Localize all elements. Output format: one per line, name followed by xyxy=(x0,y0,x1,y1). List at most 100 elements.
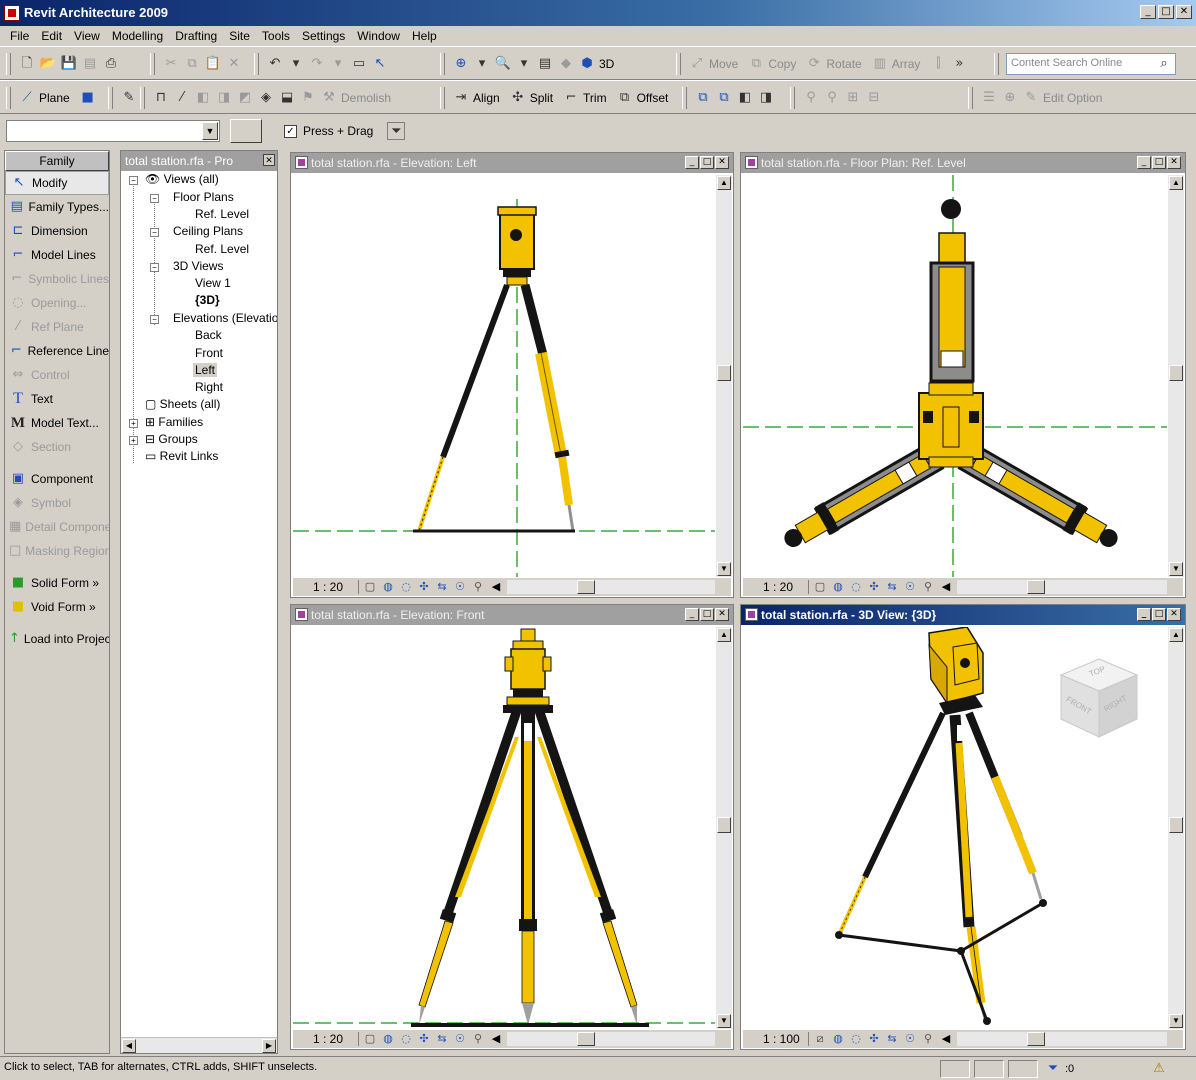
type-selector[interactable]: ▼ xyxy=(6,120,220,142)
reveal-hidden-icon[interactable]: ⚲ xyxy=(921,1032,935,1046)
view-hscrollbar[interactable] xyxy=(957,580,1167,594)
copy-icon[interactable]: ⧉ xyxy=(183,55,201,73)
paste-icon[interactable]: 📋 xyxy=(204,55,222,73)
create-similar-icon[interactable]: ◨ xyxy=(757,89,775,107)
trim-icon[interactable]: ⌐ xyxy=(562,89,580,107)
dimension-tool[interactable]: ⊏ Dimension xyxy=(5,219,109,243)
model-text-tool[interactable]: M Model Text... xyxy=(5,411,109,435)
model-graphics-icon[interactable]: ◍ xyxy=(381,580,395,594)
delete-icon[interactable]: ✕ xyxy=(225,55,243,73)
scroll-down-icon[interactable]: ▼ xyxy=(717,562,731,576)
pin-icon[interactable]: ⚲ xyxy=(802,89,820,107)
collapse-ceiling-plans-icon[interactable]: − xyxy=(150,228,159,237)
scroll-left-icon[interactable]: ◀ xyxy=(489,1032,503,1046)
close-button[interactable]: ✕ xyxy=(1167,156,1181,169)
menu-site[interactable]: Site xyxy=(223,29,256,43)
ungroup-icon[interactable]: ⊟ xyxy=(865,89,883,107)
help-pointer-icon[interactable]: ↖ xyxy=(371,55,389,73)
view-elevation-front[interactable]: total station.rfa - Elevation: Front _ □ ✕ xyxy=(290,604,734,1050)
redo-icon[interactable]: ↷ xyxy=(308,55,326,73)
minimize-button[interactable]: _ xyxy=(1140,5,1156,19)
crop-region-icon[interactable]: ⇆ xyxy=(885,1032,899,1046)
scroll-up-icon[interactable]: ▲ xyxy=(717,176,731,190)
cut-geometry-icon[interactable]: ◩ xyxy=(236,89,254,107)
minimize-button[interactable]: _ xyxy=(685,156,699,169)
tree-views-all[interactable]: 👁 Views (all) xyxy=(145,172,219,186)
menu-view[interactable]: View xyxy=(68,29,106,43)
view-title-bar[interactable]: total station.rfa - Elevation: Left _ □ ✕ xyxy=(291,153,733,173)
crop-icon[interactable]: ✣ xyxy=(867,1032,881,1046)
minimize-button[interactable]: _ xyxy=(1137,156,1151,169)
view-hscrollbar[interactable] xyxy=(957,1032,1167,1046)
view-cube[interactable]: TOP FRONT RIGHT xyxy=(1059,657,1139,739)
tree-elevation-right[interactable]: Right xyxy=(195,380,223,394)
view-floor-plan[interactable]: total station.rfa - Floor Plan: Ref. Lev… xyxy=(740,152,1186,598)
close-button[interactable]: ✕ xyxy=(715,608,729,621)
open-icon[interactable]: 📂 xyxy=(39,55,57,73)
menu-tools[interactable]: Tools xyxy=(256,29,296,43)
solid-form-tool[interactable]: ■ Solid Form » xyxy=(5,571,109,595)
model-graphics-icon[interactable]: ◍ xyxy=(831,1032,845,1046)
tree-3d-views[interactable]: 3D Views xyxy=(173,259,223,273)
menu-modelling[interactable]: Modelling xyxy=(106,29,169,43)
offset-button[interactable]: Offset xyxy=(637,91,669,105)
menu-window[interactable]: Window xyxy=(351,29,406,43)
paste-aligned-icon[interactable]: ⧉ xyxy=(715,89,733,107)
view-scale[interactable]: 1 : 100 xyxy=(749,1032,809,1046)
menu-settings[interactable]: Settings xyxy=(296,29,351,43)
family-tab[interactable]: Family xyxy=(5,151,109,171)
eyedropper-icon[interactable]: ⁄ xyxy=(173,89,191,107)
menu-help[interactable]: Help xyxy=(406,29,443,43)
detail-level-icon[interactable]: ▢ xyxy=(363,580,377,594)
drawing-canvas[interactable] xyxy=(293,627,715,1029)
undo-icon[interactable]: ↶ xyxy=(266,55,284,73)
minimize-button[interactable]: _ xyxy=(685,608,699,621)
shading-icon[interactable]: ◆ xyxy=(557,55,575,73)
temp-hide-icon[interactable]: ☉ xyxy=(903,580,917,594)
crop-icon[interactable]: ✣ xyxy=(417,1032,431,1046)
view-title-bar[interactable]: total station.rfa - 3D View: {3D} _ □ ✕ xyxy=(741,605,1185,625)
opening-tool[interactable]: ◌ Opening... xyxy=(5,291,109,315)
maximize-button[interactable]: □ xyxy=(1152,608,1166,621)
scroll-thumb[interactable] xyxy=(1169,365,1183,381)
split-button[interactable]: Split xyxy=(530,91,553,105)
reveal-hidden-icon[interactable]: ⚲ xyxy=(471,580,485,594)
scroll-left-icon[interactable]: ◀ xyxy=(122,1039,136,1053)
tree-groups[interactable]: ⊟ Groups xyxy=(145,432,198,446)
browser-hscrollbar[interactable]: ◀ ▶ xyxy=(121,1037,277,1053)
unpin-icon[interactable]: ⚲ xyxy=(823,89,841,107)
shadows-icon[interactable]: ◌ xyxy=(849,580,863,594)
minimize-button[interactable]: _ xyxy=(1137,608,1151,621)
detail-level-icon[interactable]: ▢ xyxy=(813,580,827,594)
scroll-left-icon[interactable]: ◀ xyxy=(939,1032,953,1046)
scroll-down-icon[interactable]: ▼ xyxy=(1169,562,1183,576)
3d-view-label[interactable]: 3D xyxy=(599,57,614,71)
filter-icon[interactable]: ⏷ xyxy=(1044,1060,1062,1078)
shadows-icon[interactable]: ◌ xyxy=(399,580,413,594)
scroll-thumb[interactable] xyxy=(717,817,731,833)
scroll-right-icon[interactable]: ▶ xyxy=(262,1039,276,1053)
view-scale[interactable]: 1 : 20 xyxy=(299,580,359,594)
maximize-button[interactable]: □ xyxy=(700,608,714,621)
worksharing-icon[interactable]: ⚠ xyxy=(1150,1060,1168,1078)
view-vscrollbar[interactable]: ▲ ▼ xyxy=(1168,175,1184,577)
maximize-button[interactable]: □ xyxy=(1152,156,1166,169)
collapse-3d-views-icon[interactable]: − xyxy=(150,263,159,272)
view-vscrollbar[interactable]: ▲ ▼ xyxy=(1168,627,1184,1029)
tree-cp-ref-level[interactable]: Ref. Level xyxy=(195,242,249,256)
scroll-up-icon[interactable]: ▲ xyxy=(1169,628,1183,642)
flag-icon[interactable]: ⚑ xyxy=(299,89,317,107)
expand-families-icon[interactable]: + xyxy=(129,419,138,428)
align-icon[interactable]: ⇥ xyxy=(452,89,470,107)
trim-button[interactable]: Trim xyxy=(583,91,607,105)
drawing-canvas[interactable] xyxy=(743,175,1167,577)
join-icon[interactable]: ◧ xyxy=(194,89,212,107)
content-search-input[interactable]: Content Search Online ⌕ xyxy=(1006,53,1176,75)
scroll-left-icon[interactable]: ◀ xyxy=(939,580,953,594)
edit-option-icon[interactable]: ✎ xyxy=(1022,89,1040,107)
menu-file[interactable]: File xyxy=(4,29,35,43)
scroll-thumb[interactable] xyxy=(717,365,731,381)
scroll-thumb[interactable] xyxy=(1027,580,1045,594)
close-button[interactable]: ✕ xyxy=(715,156,729,169)
scroll-down-icon[interactable]: ▼ xyxy=(717,1014,731,1028)
